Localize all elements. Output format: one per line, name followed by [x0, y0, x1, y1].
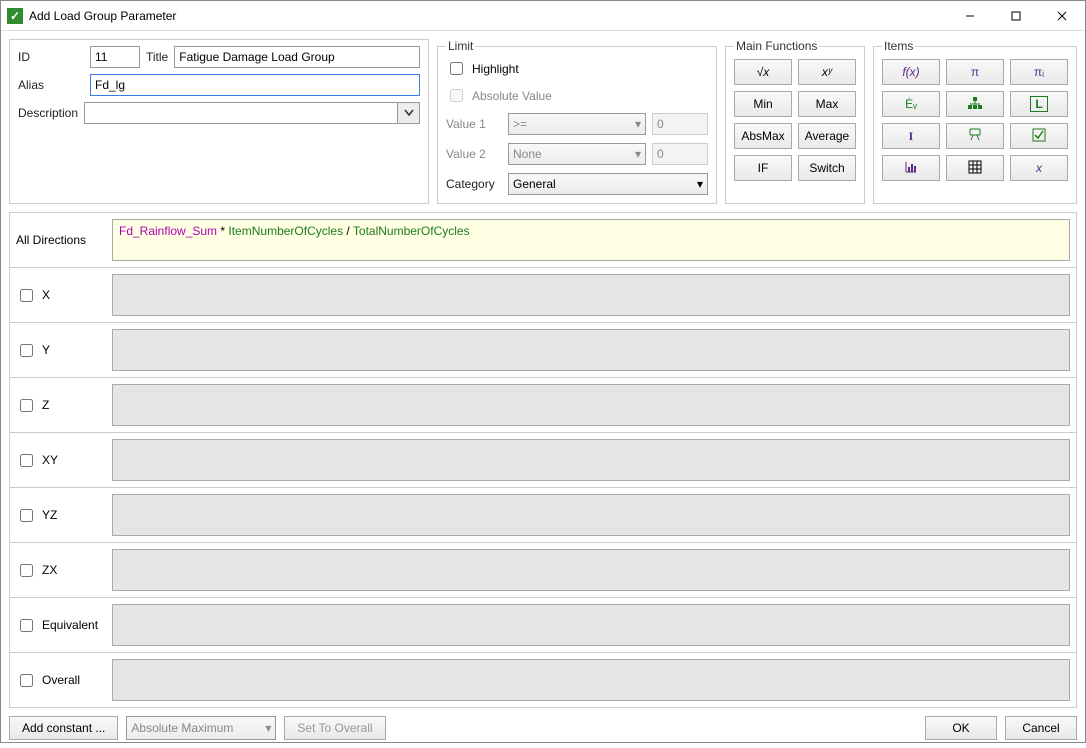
minimize-button[interactable]: [947, 1, 993, 31]
close-button[interactable]: [1039, 1, 1085, 31]
description-label: Description: [18, 106, 78, 120]
I-item-button[interactable]: I: [882, 123, 940, 149]
value1-operator-combo[interactable]: >=▾: [508, 113, 646, 135]
titlebar: ✓ Add Load Group Parameter: [1, 1, 1085, 31]
z-formula[interactable]: [112, 384, 1070, 426]
cancel-button[interactable]: Cancel: [1005, 716, 1077, 740]
max-button[interactable]: Max: [798, 91, 856, 117]
formula-editor: All Directions Fd_Rainflow_Sum * ItemNum…: [9, 212, 1077, 708]
value1-label: Value 1: [446, 117, 502, 131]
pi-i-item-button[interactable]: πᵢ: [1010, 59, 1068, 85]
switch-button[interactable]: Switch: [798, 155, 856, 181]
grid-icon: [968, 160, 982, 177]
set-to-overall-button[interactable]: Set To Overall: [284, 716, 385, 740]
power-button[interactable]: xʸ: [798, 59, 856, 85]
add-constant-button[interactable]: Add constant ...: [9, 716, 118, 740]
tool-item-button[interactable]: [946, 123, 1004, 149]
title-label: Title: [146, 50, 168, 64]
fx-item-button[interactable]: f(x): [882, 59, 940, 85]
xy-formula[interactable]: [112, 439, 1070, 481]
average-button[interactable]: Average: [798, 123, 856, 149]
all-directions-formula[interactable]: Fd_Rainflow_Sum * ItemNumberOfCycles / T…: [112, 219, 1070, 261]
app-check-icon: ✓: [7, 8, 23, 24]
min-button[interactable]: Min: [734, 91, 792, 117]
tree-icon: [968, 96, 982, 113]
all-directions-row: All Directions Fd_Rainflow_Sum * ItemNum…: [10, 213, 1076, 268]
all-directions-label: All Directions: [10, 213, 112, 267]
sqrt-button[interactable]: √x: [734, 59, 792, 85]
tool-icon: [967, 128, 983, 145]
chevron-down-icon: ▾: [697, 177, 703, 191]
direction-row-yz: YZ: [10, 488, 1076, 543]
category-label: Category: [446, 177, 502, 191]
ev-item-button[interactable]: Ėᵥ: [882, 91, 940, 117]
basic-panel: ID Title Alias Description: [9, 39, 429, 204]
yz-checkbox[interactable]: [20, 509, 33, 522]
zx-formula[interactable]: [112, 549, 1070, 591]
items-panel: Items f(x) π πᵢ Ėᵥ L I: [873, 39, 1077, 204]
direction-row-z: Z: [10, 378, 1076, 433]
bottom-bar: Add constant ... Absolute Maximum▾ Set T…: [1, 716, 1085, 748]
y-formula[interactable]: [112, 329, 1070, 371]
chevron-down-icon: ▾: [635, 147, 641, 161]
chart-icon: [904, 160, 918, 177]
alias-input[interactable]: [90, 74, 420, 96]
window-title: Add Load Group Parameter: [29, 9, 176, 23]
y-checkbox[interactable]: [20, 344, 33, 357]
overall-formula[interactable]: [112, 659, 1070, 701]
value2-number[interactable]: [652, 143, 708, 165]
x-checkbox[interactable]: [20, 289, 33, 302]
chart-item-button[interactable]: [882, 155, 940, 181]
category-combo[interactable]: General▾: [508, 173, 708, 195]
direction-row-overall: Overall: [10, 653, 1076, 707]
chevron-down-icon: ▾: [265, 721, 271, 735]
pi-item-button[interactable]: π: [946, 59, 1004, 85]
equivalent-checkbox[interactable]: [20, 619, 33, 632]
overall-checkbox[interactable]: [20, 674, 33, 687]
value1-number[interactable]: [652, 113, 708, 135]
value2-operator-combo[interactable]: None▾: [508, 143, 646, 165]
id-label: ID: [18, 50, 84, 64]
check-item-button[interactable]: [1010, 123, 1068, 149]
title-input[interactable]: [174, 46, 420, 68]
main-functions-legend: Main Functions: [734, 39, 819, 53]
limit-legend: Limit: [446, 39, 475, 53]
main-functions-panel: Main Functions √x xʸ Min Max AbsMax Aver…: [725, 39, 865, 204]
items-legend: Items: [882, 39, 915, 53]
highlight-checkbox[interactable]: Highlight: [446, 59, 708, 78]
checkbox-icon: [1032, 128, 1046, 145]
direction-row-x: X: [10, 268, 1076, 323]
yz-formula[interactable]: [112, 494, 1070, 536]
top-panels: ID Title Alias Description: [9, 39, 1077, 204]
dialog-window: ✓ Add Load Group Parameter ID Title Alia…: [0, 0, 1086, 743]
description-dropdown-button[interactable]: [398, 102, 420, 124]
if-button[interactable]: IF: [734, 155, 792, 181]
content-area: ID Title Alias Description: [1, 31, 1085, 716]
id-input[interactable]: [90, 46, 140, 68]
maximize-button[interactable]: [993, 1, 1039, 31]
zx-checkbox[interactable]: [20, 564, 33, 577]
ok-button[interactable]: OK: [925, 716, 997, 740]
alias-label: Alias: [18, 78, 84, 92]
value2-label: Value 2: [446, 147, 502, 161]
direction-row-xy: XY: [10, 433, 1076, 488]
chevron-down-icon: ▾: [635, 117, 641, 131]
z-checkbox[interactable]: [20, 399, 33, 412]
direction-row-equivalent: Equivalent: [10, 598, 1076, 653]
overall-mode-combo[interactable]: Absolute Maximum▾: [126, 716, 276, 740]
grid-item-button[interactable]: [946, 155, 1004, 181]
xy-checkbox[interactable]: [20, 454, 33, 467]
description-input[interactable]: [84, 102, 398, 124]
x-item-button[interactable]: x: [1010, 155, 1068, 181]
absolute-value-checkbox[interactable]: Absolute Value: [446, 86, 708, 105]
limit-panel: Limit Highlight Absolute Value Value 1 >…: [437, 39, 717, 204]
L-item-button[interactable]: L: [1010, 91, 1068, 117]
x-formula[interactable]: [112, 274, 1070, 316]
equivalent-formula[interactable]: [112, 604, 1070, 646]
window-controls: [947, 1, 1085, 31]
absmax-button[interactable]: AbsMax: [734, 123, 792, 149]
direction-row-zx: ZX: [10, 543, 1076, 598]
direction-row-y: Y: [10, 323, 1076, 378]
tree-item-button[interactable]: [946, 91, 1004, 117]
